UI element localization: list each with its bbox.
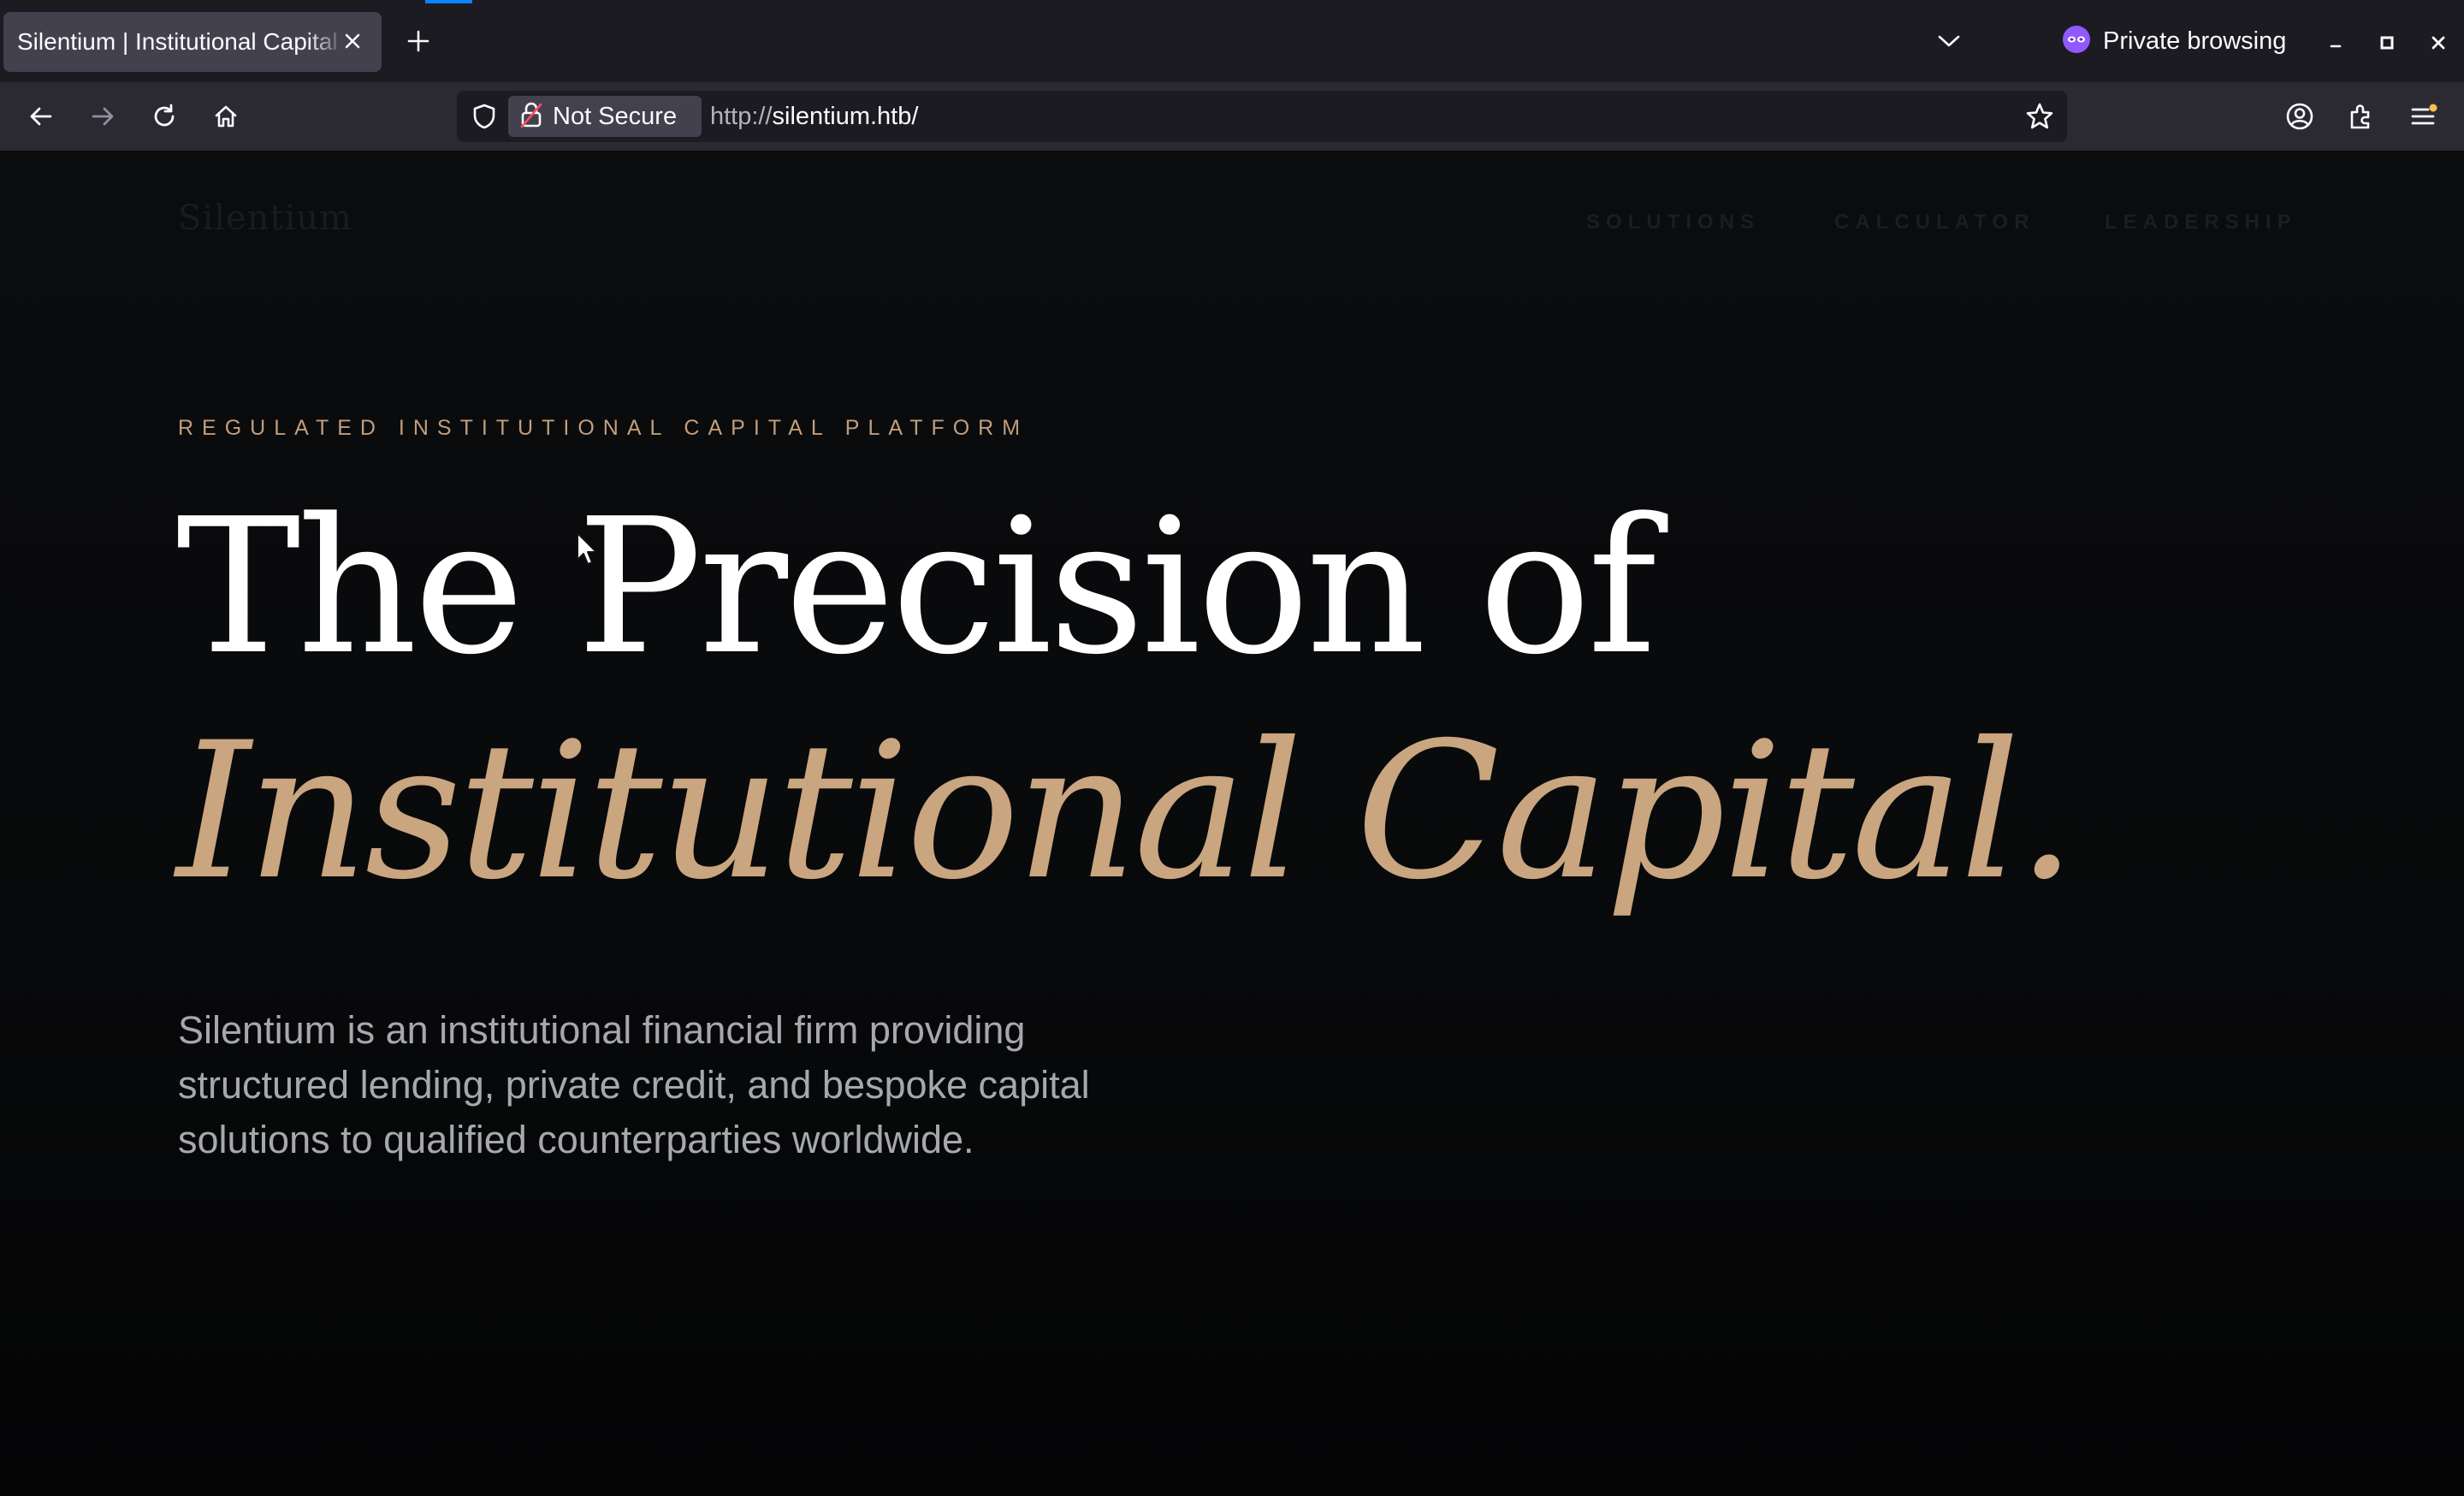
intro-line: solutions to qualified counterparties wo…: [178, 1118, 974, 1161]
reload-icon[interactable]: [144, 96, 185, 137]
tab-loading-indicator: [425, 0, 472, 3]
new-tab-plus-icon[interactable]: [400, 23, 436, 59]
hero-headline-line-1: The Precision of: [176, 479, 1656, 696]
insecure-lock-icon: [520, 101, 542, 133]
tab-bar: Silentium | Institutional Capital Privat…: [0, 0, 2464, 82]
shield-icon[interactable]: [469, 101, 500, 132]
home-icon[interactable]: [205, 96, 246, 137]
nav-link-solutions[interactable]: SOLUTIONS: [1586, 211, 1760, 234]
url-scheme: http://: [710, 103, 773, 130]
close-icon[interactable]: [335, 24, 370, 58]
account-icon[interactable]: [2279, 96, 2320, 137]
nav-link-leadership[interactable]: LEADERSHIP: [2105, 211, 2297, 234]
hero-headline-line-2: Institutional Capital.: [176, 702, 2076, 921]
address-bar[interactable]: Not Secure http://silentium.htb/: [457, 91, 2067, 142]
back-arrow-icon[interactable]: [21, 96, 62, 137]
window-close-icon[interactable]: [2421, 26, 2455, 60]
maximize-icon[interactable]: [2370, 26, 2404, 60]
hero-eyebrow: REGULATED INSTITUTIONAL CAPITAL PLATFORM: [178, 416, 1029, 440]
intro-line: structured lending, private credit, and …: [178, 1063, 1090, 1107]
private-mask-icon: [2062, 25, 2091, 58]
chevron-down-icon[interactable]: [1932, 24, 1966, 58]
private-browsing-label: Private browsing: [2103, 27, 2287, 55]
tab-title: Silentium | Institutional Capital: [17, 28, 338, 55]
site-logo[interactable]: Silentium: [178, 199, 352, 238]
not-secure-badge[interactable]: Not Secure: [508, 96, 702, 137]
navigation-toolbar: Not Secure http://silentium.htb/: [0, 82, 2464, 151]
private-browsing-indicator: Private browsing: [2062, 22, 2286, 60]
extensions-icon[interactable]: [2341, 96, 2382, 137]
mouse-pointer-icon: [575, 531, 601, 568]
minimize-icon[interactable]: [2319, 26, 2353, 60]
intro-line: Silentium is an institutional financial …: [178, 1008, 1026, 1052]
url-text[interactable]: http://silentium.htb/: [710, 103, 918, 131]
not-secure-label: Not Secure: [553, 102, 678, 130]
url-host: silentium.htb/: [772, 103, 919, 130]
star-icon[interactable]: [2024, 101, 2055, 132]
forward-arrow-icon[interactable]: [82, 96, 123, 137]
hero-intro-paragraph: Silentium is an institutional financial …: [178, 1003, 1342, 1167]
active-tab[interactable]: Silentium | Institutional Capital: [3, 12, 382, 72]
nav-link-calculator[interactable]: CALCULATOR: [1834, 211, 2035, 234]
web-page-viewport: Silentium SOLUTIONS CALCULATOR LEADERSHI…: [0, 151, 2464, 1496]
hamburger-menu-icon[interactable]: [2402, 96, 2443, 137]
